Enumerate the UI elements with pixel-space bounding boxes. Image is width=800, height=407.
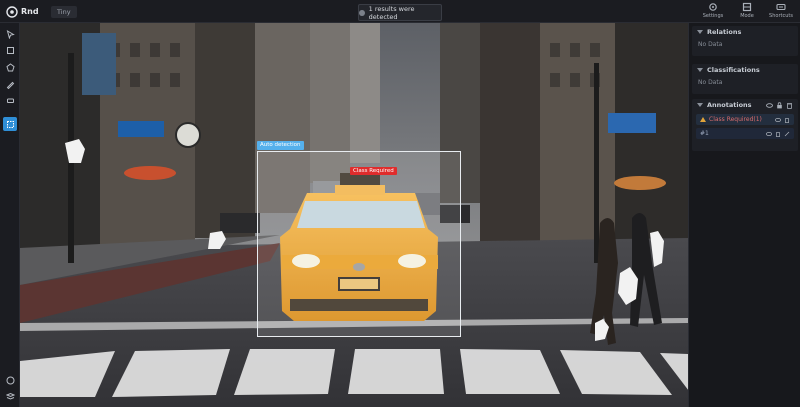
right-panel: Relations No Data Classifications No Dat…: [688, 23, 800, 407]
warning-icon: [700, 117, 706, 122]
trash-icon[interactable]: [786, 102, 793, 109]
mode-button[interactable]: Mode: [736, 2, 758, 19]
classifications-section: Classifications No Data: [692, 64, 798, 94]
annotation-row-label: Class Required(1): [709, 116, 762, 123]
lock-icon[interactable]: [776, 101, 783, 109]
annotation-row-item[interactable]: #1: [696, 128, 794, 139]
status-dot-icon: [359, 9, 365, 16]
left-toolbar: [0, 23, 20, 407]
relations-header[interactable]: Relations: [692, 26, 798, 38]
annotation-row-class-required[interactable]: Class Required(1): [696, 114, 794, 125]
relations-section: Relations No Data: [692, 26, 798, 56]
logo-icon: [6, 5, 18, 18]
top-actions: Settings Mode Shortcuts: [702, 2, 793, 19]
bbox-label[interactable]: Auto detection: [257, 141, 304, 150]
gear-icon: [709, 3, 717, 11]
chevron-down-icon: [697, 68, 703, 72]
select-tool[interactable]: [3, 27, 17, 41]
eye-icon[interactable]: [775, 117, 781, 123]
file-tab[interactable]: Tiny: [51, 6, 77, 18]
rectangle-tool[interactable]: [3, 43, 17, 57]
shortcuts-button[interactable]: Shortcuts: [769, 2, 793, 19]
help-icon: [6, 376, 14, 384]
help-button[interactable]: [3, 373, 17, 387]
detection-status: 1 results were detected: [358, 4, 442, 21]
auto-detect-tool[interactable]: [3, 117, 17, 131]
chevron-down-icon: [697, 103, 703, 107]
magic-wand-tool-icon: [6, 103, 15, 112]
detection-status-text: 1 results were detected: [368, 4, 415, 21]
mode-label: Mode: [740, 13, 754, 19]
classifications-title: Classifications: [707, 66, 760, 74]
annotation-item-label: #1: [700, 130, 709, 137]
top-bar: Rnd Tiny 1 results were detected Setting…: [0, 0, 800, 23]
app-logo[interactable]: Rnd: [6, 5, 39, 18]
keyboard-icon: [776, 3, 786, 11]
settings-button[interactable]: Settings: [702, 2, 724, 19]
annotations-section: Annotations Class Required(1) #1: [692, 99, 798, 151]
select-tool-icon: [6, 29, 15, 39]
settings-label: Settings: [702, 13, 724, 19]
shortcuts-label: Shortcuts: [769, 13, 793, 19]
image-canvas[interactable]: Auto detection Class Required: [20, 23, 688, 407]
polygon-tool-icon: [5, 62, 15, 71]
annotations-title: Annotations: [707, 101, 752, 109]
rectangle-tool-icon: [6, 46, 14, 54]
detection-bounding-box[interactable]: [257, 151, 461, 337]
eye-icon[interactable]: [766, 131, 772, 137]
brush-tool[interactable]: [3, 77, 17, 91]
auto-detect-tool-icon: [6, 120, 14, 128]
trash-icon[interactable]: [775, 131, 781, 137]
polygon-tool[interactable]: [3, 60, 17, 74]
class-required-label[interactable]: Class Required: [350, 167, 397, 175]
layers-icon: [5, 392, 15, 400]
relations-empty: No Data: [698, 41, 723, 48]
annotations-header[interactable]: Annotations: [692, 99, 798, 111]
eye-icon[interactable]: [766, 102, 773, 109]
mode-icon: [742, 2, 752, 12]
edit-icon[interactable]: [784, 131, 790, 137]
trash-icon[interactable]: [784, 117, 790, 123]
classifications-empty: No Data: [698, 79, 723, 86]
classifications-header[interactable]: Classifications: [692, 64, 798, 76]
logo-text: Rnd: [21, 7, 39, 16]
brush-tool-icon: [6, 81, 14, 89]
relations-title: Relations: [707, 28, 742, 36]
layers-button[interactable]: [3, 389, 17, 403]
chevron-down-icon: [697, 30, 703, 34]
